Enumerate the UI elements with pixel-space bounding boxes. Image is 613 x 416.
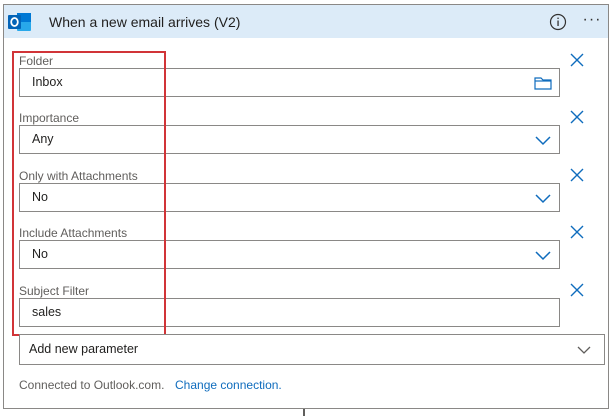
folder-label: Folder [19,54,54,68]
include-attachments-dropdown[interactable]: No [19,240,560,269]
flow-connector [303,409,305,416]
add-parameter-label: Add new parameter [29,342,139,356]
chevron-down-icon[interactable] [533,131,553,149]
folder-value: Inbox [32,75,63,89]
remove-subject-filter-icon[interactable] [569,282,585,298]
card-header[interactable]: When a new email arrives (V2) ··· [4,5,608,38]
trigger-title: When a new email arrives (V2) [49,14,241,30]
trigger-card: When a new email arrives (V2) ··· Folder… [3,4,609,409]
remove-folder-icon[interactable] [569,52,585,68]
chevron-down-icon[interactable] [533,246,553,264]
subject-filter-label: Subject Filter [19,284,90,298]
chevron-down-icon[interactable] [533,189,553,207]
outlook-icon [8,13,31,31]
more-options-icon[interactable]: ··· [581,9,603,31]
only-attachments-value: No [32,190,48,204]
importance-dropdown[interactable]: Any [19,125,560,154]
connection-status: Connected to Outlook.com. [19,378,165,392]
add-parameter-dropdown[interactable]: Add new parameter [19,334,605,365]
chevron-down-icon[interactable] [574,341,594,359]
remove-importance-icon[interactable] [569,109,585,125]
info-icon[interactable] [548,12,568,32]
only-attachments-label: Only with Attachments [19,169,138,183]
include-attachments-label: Include Attachments [19,226,128,240]
folder-input[interactable]: Inbox [19,68,560,97]
importance-label: Importance [19,111,80,125]
importance-value: Any [32,132,54,146]
change-connection-link[interactable]: Change connection. [175,378,282,392]
only-attachments-dropdown[interactable]: No [19,183,560,212]
subject-filter-input[interactable]: sales [19,298,560,327]
remove-only-attachments-icon[interactable] [569,167,585,183]
subject-filter-value: sales [32,305,62,319]
folder-icon[interactable] [533,74,553,92]
remove-include-attachments-icon[interactable] [569,224,585,240]
include-attachments-value: No [32,247,48,261]
